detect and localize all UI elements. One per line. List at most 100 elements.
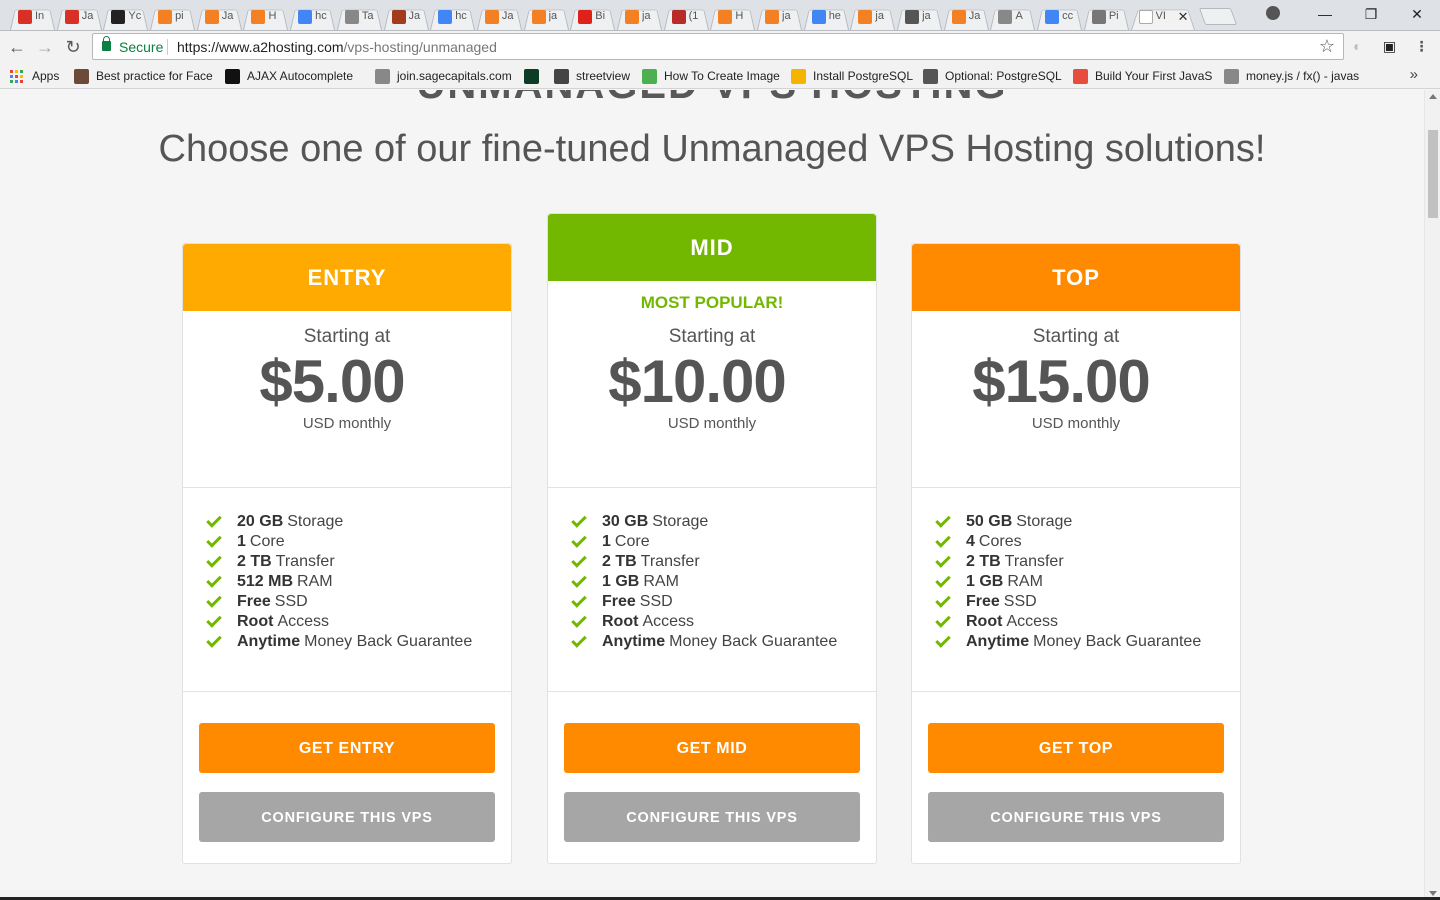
browser-tab[interactable]: Ja	[201, 4, 238, 30]
plan-card-entry: ENTRY Starting at $5.00 USD monthly 20 GB Sto…	[182, 243, 512, 864]
profile-icon[interactable]	[1266, 6, 1280, 20]
gmail-icon	[18, 10, 32, 24]
get-entry-button[interactable]: GET ENTRY	[199, 723, 495, 773]
bookmark-item[interactable]: Optional: PostgreSQL	[923, 68, 1062, 84]
browser-tab[interactable]: Ja	[388, 4, 425, 30]
google-icon	[1045, 10, 1060, 24]
scroll-thumb[interactable]	[1428, 130, 1438, 218]
plan-name: ENTRY	[183, 244, 511, 311]
feature-value: Root	[602, 613, 639, 630]
maximize-button[interactable]: ❐	[1348, 0, 1394, 30]
bookmark-star-icon[interactable]: ☆	[1319, 36, 1335, 57]
secure-label: Secure	[119, 39, 164, 55]
close-window-button[interactable]: ✕	[1394, 0, 1440, 30]
tab-title: Ja	[501, 10, 514, 22]
browser-tab-active[interactable]: VI ✕	[1135, 4, 1191, 30]
browser-tab[interactable]: H	[714, 4, 751, 30]
bookmark-item[interactable]: Build Your First JavaS	[1073, 68, 1212, 84]
plan-name: MID	[548, 214, 876, 281]
configure-vps-button[interactable]: CONFIGURE THIS VPS	[199, 792, 495, 842]
browser-tab[interactable]: A	[994, 4, 1031, 30]
browser-tab[interactable]: cc	[1041, 4, 1078, 30]
bookmark-item[interactable]: Best practice for Face	[74, 68, 213, 84]
feature-value: 1 GB	[966, 573, 1004, 590]
browser-tab[interactable]: Ta	[341, 4, 378, 30]
tab-title: H	[268, 10, 277, 22]
back-button[interactable]: ←	[6, 36, 28, 58]
browser-tab[interactable]: ja	[854, 4, 891, 30]
scrollbar[interactable]	[1424, 90, 1440, 900]
scroll-up-icon[interactable]	[1429, 94, 1437, 99]
browser-tab[interactable]: Ja	[481, 4, 518, 30]
menu-icon[interactable]: ⋮	[1413, 38, 1430, 55]
minimize-button[interactable]: —	[1302, 0, 1348, 30]
browser-tab[interactable]: Pi	[1088, 4, 1125, 30]
close-tab-icon[interactable]: ✕	[1178, 9, 1189, 25]
bookmark-label: Best practice for Face	[96, 69, 213, 83]
browser-tab[interactable]: Yc	[107, 4, 144, 30]
feature-item: 1 Core	[571, 531, 837, 552]
browser-tab[interactable]: pi	[154, 4, 191, 30]
feature-item: Anytime Money Back Guarantee	[935, 631, 1201, 652]
feature-list: 20 GB Storage 1 Core 2 TB Transfer 512 MB RAM Fr…	[206, 511, 472, 652]
bookmarks-bar: » Apps Best practice for Face AJAX Autocom…	[0, 63, 1440, 89]
extension-icon[interactable]: ▣	[1381, 38, 1398, 55]
url-text[interactable]: https://www.a2hosting.com/vps-hosting/un…	[177, 39, 497, 55]
address-bar[interactable]: Secure https://www.a2hosting.com/vps-hos…	[92, 33, 1344, 60]
browser-tab[interactable]: H	[247, 4, 284, 30]
browser-tab[interactable]: he	[808, 4, 845, 30]
tab-title: cc	[1062, 10, 1074, 22]
browser-tab[interactable]: ja	[901, 4, 938, 30]
bookmark-item[interactable]: Install PostgreSQL	[791, 68, 913, 84]
reload-button[interactable]: ↻	[62, 36, 84, 58]
browser-tab[interactable]: hc	[294, 4, 331, 30]
bookmark-label: How To Create Image	[664, 69, 780, 83]
bookmark-item[interactable]: Apps	[10, 68, 59, 84]
new-tab-button[interactable]	[1198, 8, 1238, 25]
feature-value: 30 GB	[602, 513, 649, 530]
stackoverflow-icon	[765, 10, 779, 24]
browser-tab[interactable]: ja	[621, 4, 658, 30]
tab-list: In Ja Yc pi Ja Hhc Ta Ja hc Ja ja Bi ja (1 Hja he ja ja Ja…	[14, 4, 1200, 31]
feature-label: Storage	[652, 513, 709, 530]
browser-tab[interactable]: ja	[528, 4, 565, 30]
stackoverflow-icon	[251, 10, 266, 24]
feature-label: RAM	[297, 573, 333, 590]
extension-icon[interactable]: ◐	[1349, 38, 1366, 55]
feature-item: 512 MB RAM	[206, 571, 472, 592]
tab-title: Ja	[968, 10, 981, 22]
bookmark-item[interactable]: money.js / fx() - javas	[1224, 68, 1359, 84]
browser-tab[interactable]: hc	[434, 4, 471, 30]
w3-icon	[642, 68, 657, 84]
starting-at-label: Starting at	[303, 326, 391, 347]
browser-tab[interactable]: ja	[761, 4, 798, 30]
check-icon	[935, 591, 951, 608]
tab-title: hc	[315, 10, 327, 22]
feature-item: 2 TB Transfer	[935, 551, 1201, 572]
configure-vps-button[interactable]: CONFIGURE THIS VPS	[928, 792, 1224, 842]
browser-tab[interactable]: In	[14, 4, 51, 30]
check-icon	[935, 511, 951, 528]
feature-value: Free	[602, 593, 636, 610]
stackoverflow-icon	[718, 10, 733, 24]
price-period: USD monthly	[302, 415, 392, 432]
forward-button[interactable]: →	[34, 36, 56, 58]
check-icon	[206, 571, 222, 588]
bookmark-item[interactable]: AJAX Autocomplete	[225, 68, 353, 84]
browser-tab[interactable]: Bi	[574, 4, 611, 30]
get-mid-button[interactable]: GET MID	[564, 723, 860, 773]
bookmark-item[interactable]	[524, 68, 546, 84]
bookmark-item[interactable]: streetview	[554, 68, 630, 84]
page-icon	[1224, 68, 1239, 84]
bookmarks-more-icon[interactable]: »	[1410, 66, 1418, 83]
browser-tab[interactable]: (1	[668, 4, 705, 30]
browser-tab[interactable]: Ja	[948, 4, 985, 30]
scroll-down-icon[interactable]	[1429, 891, 1437, 896]
configure-vps-button[interactable]: CONFIGURE THIS VPS	[564, 792, 860, 842]
google-icon	[811, 10, 826, 24]
bookmark-item[interactable]: join.sagecapitals.com	[375, 68, 512, 84]
feature-item: Free SSD	[935, 591, 1201, 612]
browser-tab[interactable]: Ja	[61, 4, 98, 30]
get-top-button[interactable]: GET TOP	[928, 723, 1224, 773]
bookmark-item[interactable]: How To Create Image	[642, 68, 780, 84]
